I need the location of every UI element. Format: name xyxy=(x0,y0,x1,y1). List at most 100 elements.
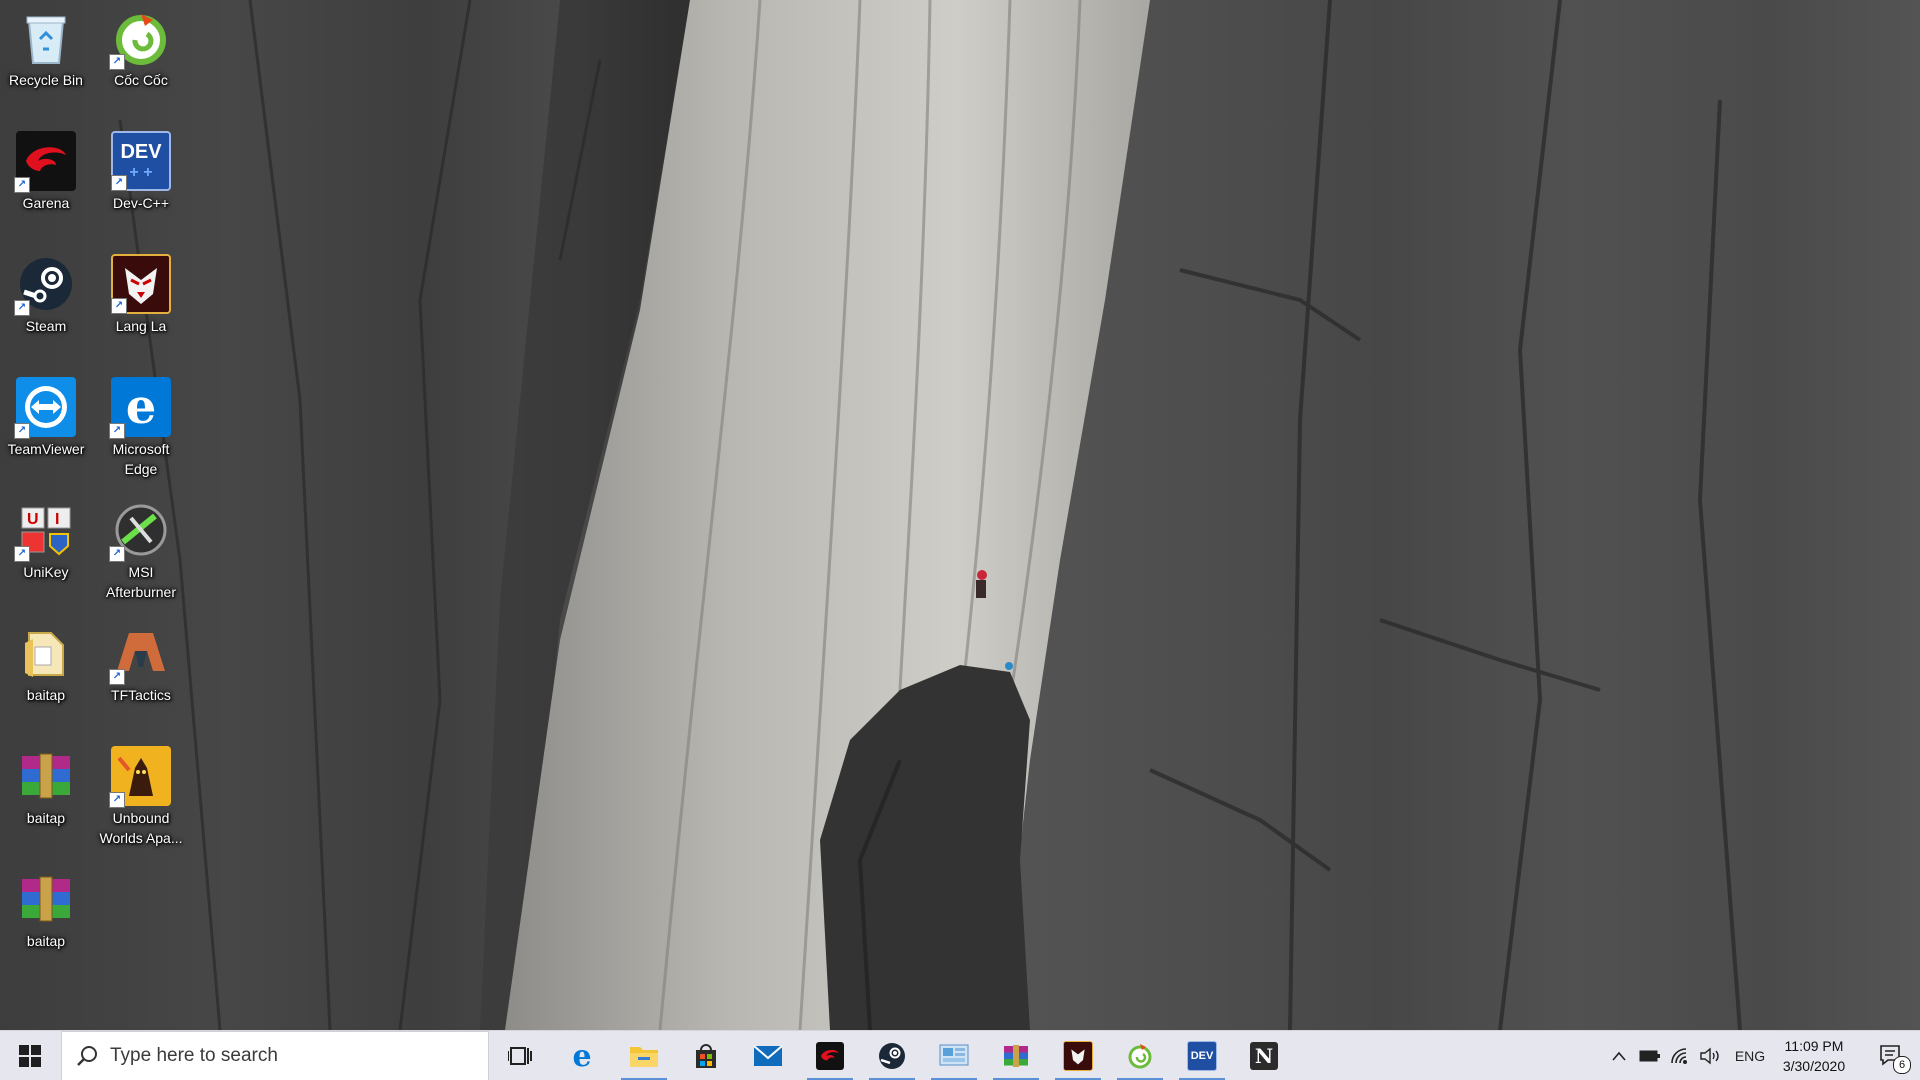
desktop-icon-label: TeamViewer xyxy=(7,441,85,457)
notion-icon: N xyxy=(1250,1042,1278,1070)
shortcut-arrow-icon: ↗ xyxy=(109,792,125,808)
desktop-icon-baitap-archive-2[interactable]: baitap xyxy=(0,865,92,951)
langla-icon xyxy=(1063,1041,1093,1071)
show-hidden-icons-button[interactable] xyxy=(1606,1031,1632,1080)
desktop-icon-label: baitap xyxy=(26,687,66,703)
wifi-icon xyxy=(1671,1048,1687,1064)
clock-date: 3/30/2020 xyxy=(1782,1058,1846,1074)
taskbar-coccoc[interactable] xyxy=(1111,1031,1169,1080)
desktop-icon-label: baitap xyxy=(26,810,66,826)
desktop-icon-label: Lang La xyxy=(115,318,167,334)
coccoc-icon xyxy=(1128,1044,1152,1069)
control-panel-icon xyxy=(939,1044,969,1066)
shortcut-arrow-icon: ↗ xyxy=(109,546,125,562)
desktop-icon-garena[interactable]: ↗ Garena xyxy=(0,127,92,213)
desktop-wallpaper xyxy=(0,0,1920,1030)
steam-icon: ↗ xyxy=(14,254,76,316)
svg-text:U: U xyxy=(27,511,39,528)
taskbar-steam[interactable] xyxy=(863,1031,921,1080)
desktop-icon-label: Garena xyxy=(22,195,70,211)
shortcut-arrow-icon: ↗ xyxy=(14,300,30,316)
windows-logo-icon xyxy=(19,1045,41,1067)
taskbar-mail[interactable] xyxy=(739,1031,797,1080)
steam-icon xyxy=(879,1043,905,1069)
winrar-icon xyxy=(1004,1045,1028,1067)
taskbar-control-panel[interactable] xyxy=(925,1031,983,1080)
desktop-icon-teamviewer[interactable]: ↗ TeamViewer xyxy=(0,373,92,459)
store-icon xyxy=(696,1044,716,1068)
desktop-icon-label: Unbound Worlds Apa... xyxy=(99,810,183,846)
desktop-icon-label: MSI Afterburner xyxy=(105,564,177,600)
desktop-icon-unikey[interactable]: UI ↗ UniKey xyxy=(0,496,92,582)
unikey-icon: UI ↗ xyxy=(14,500,76,562)
clock[interactable]: 11:09 PM 3/30/2020 xyxy=(1766,1031,1862,1080)
desktop-icon-label: Microsoft Edge xyxy=(112,441,170,477)
taskbar-microsoft-store[interactable] xyxy=(677,1031,735,1080)
network-button[interactable] xyxy=(1666,1031,1694,1080)
desktop-icon-label: Steam xyxy=(25,318,67,334)
taskbar-notion[interactable]: N xyxy=(1235,1031,1293,1080)
garena-icon xyxy=(816,1042,844,1070)
msi-afterburner-icon: ↗ xyxy=(109,500,171,562)
taskbar-lang-la[interactable] xyxy=(1049,1031,1107,1080)
input-language-button[interactable]: ENG xyxy=(1730,1031,1770,1080)
edge-icon: e ↗ xyxy=(109,377,171,439)
desktop-icon-label: UniKey xyxy=(23,564,69,580)
desktop-icon-lang-la[interactable]: ↗ Lang La xyxy=(95,250,187,336)
desktop-icon-msi-afterburner[interactable]: ↗ MSI Afterburner xyxy=(95,496,187,602)
search-box[interactable]: Type here to search xyxy=(61,1031,489,1080)
speaker-icon xyxy=(1700,1047,1719,1065)
start-button[interactable] xyxy=(0,1031,60,1080)
edge-icon: e xyxy=(572,1038,592,1074)
battery-button[interactable] xyxy=(1636,1031,1664,1080)
desktop-icon-recycle-bin[interactable]: Recycle Bin xyxy=(0,4,92,90)
taskbar-devcpp[interactable]: DEV xyxy=(1173,1031,1231,1080)
chevron-up-icon xyxy=(1612,1051,1626,1061)
desktop-icon-microsoft-edge[interactable]: e ↗ Microsoft Edge xyxy=(95,373,187,479)
mail-icon xyxy=(753,1045,783,1066)
garena-icon: ↗ xyxy=(14,131,76,193)
desktop-icon-baitap-archive-1[interactable]: baitap xyxy=(0,742,92,828)
devcpp-icon: DEV + + ↗ xyxy=(111,131,171,191)
action-center-button[interactable]: 6 xyxy=(1866,1031,1916,1080)
folder-icon xyxy=(16,623,76,683)
desktop-icon-label: baitap xyxy=(26,933,66,949)
shortcut-arrow-icon: ↗ xyxy=(14,177,30,193)
desktop-icon-label: TFTactics xyxy=(111,687,171,703)
desktop-icon-coccoc[interactable]: ↗ Cốc Cốc xyxy=(95,4,187,90)
clock-time: 11:09 PM xyxy=(1784,1038,1844,1054)
teamviewer-icon: ↗ xyxy=(14,377,76,439)
desktop-icon-steam[interactable]: ↗ Steam xyxy=(0,250,92,336)
desktop-icon-label: Dev-C++ xyxy=(112,195,170,211)
search-placeholder: Type here to search xyxy=(110,1045,278,1066)
shortcut-arrow-icon: ↗ xyxy=(111,298,127,314)
taskbar: Type here to search e DEV N ENG 11:09 PM… xyxy=(0,1030,1920,1080)
volume-button[interactable] xyxy=(1696,1031,1724,1080)
shortcut-arrow-icon: ↗ xyxy=(14,546,30,562)
winrar-archive-icon xyxy=(16,746,76,806)
search-icon xyxy=(77,1046,97,1066)
taskbar-file-explorer[interactable] xyxy=(615,1031,673,1080)
desktop-icon-label: Recycle Bin xyxy=(9,72,83,88)
desktop-icon-tftactics[interactable]: ↗ TFTactics xyxy=(95,619,187,705)
notification-count-badge: 6 xyxy=(1893,1056,1911,1074)
taskbar-edge[interactable]: e xyxy=(553,1031,611,1080)
unbound-worlds-icon: ↗ xyxy=(109,746,171,808)
folder-icon xyxy=(630,1047,658,1067)
shortcut-arrow-icon: ↗ xyxy=(109,54,125,70)
winrar-archive-icon xyxy=(16,869,76,929)
task-view-icon xyxy=(508,1047,532,1065)
langla-icon: ↗ xyxy=(111,254,171,314)
svg-text:I: I xyxy=(55,511,59,528)
taskbar-winrar[interactable] xyxy=(987,1031,1045,1080)
desktop-icon-unbound-worlds[interactable]: ↗ Unbound Worlds Apa... xyxy=(95,742,187,848)
desktop-icon-devcpp[interactable]: DEV + + ↗ Dev-C++ xyxy=(95,127,187,213)
coccoc-icon: ↗ xyxy=(109,8,171,70)
shortcut-arrow-icon: ↗ xyxy=(111,175,127,191)
shortcut-arrow-icon: ↗ xyxy=(109,669,125,685)
shortcut-arrow-icon: ↗ xyxy=(109,423,125,439)
taskbar-garena[interactable] xyxy=(801,1031,859,1080)
battery-icon xyxy=(1639,1050,1660,1062)
desktop-icon-baitap-folder[interactable]: baitap xyxy=(0,619,92,705)
task-view-button[interactable] xyxy=(491,1031,549,1080)
